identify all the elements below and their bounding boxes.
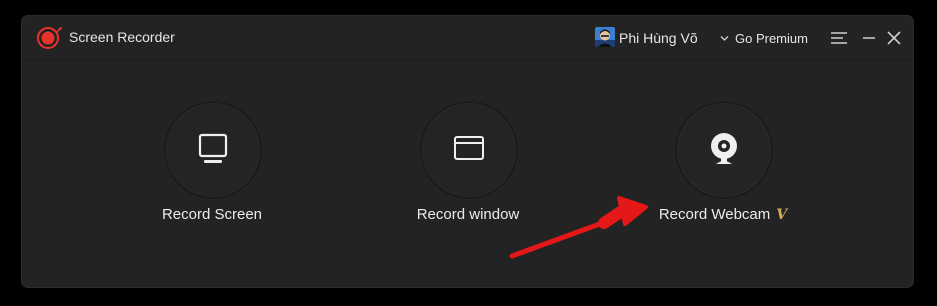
vip-badge: V (776, 207, 788, 223)
close-icon (887, 31, 901, 45)
app-title: Screen Recorder (69, 29, 175, 45)
record-window-label: Record window (416, 206, 520, 223)
window-icon (454, 136, 484, 160)
record-screen-label: Record Screen (161, 206, 263, 223)
avatar[interactable] (595, 27, 615, 47)
monitor-icon (198, 133, 228, 163)
record-window-button[interactable]: Record window (368, 101, 568, 241)
app-window: Screen Recorder Phi Hùng Võ Go Premium R… (21, 15, 914, 288)
go-premium-label: Go Premium (735, 30, 808, 46)
minimize-button[interactable] (859, 28, 879, 48)
record-screen-button[interactable]: Record Screen (112, 101, 312, 241)
menu-button[interactable] (829, 28, 849, 48)
webcam-icon (711, 133, 737, 164)
go-premium-button[interactable]: Go Premium (719, 26, 808, 50)
close-button[interactable] (884, 28, 904, 48)
record-logo-icon (37, 26, 63, 50)
record-webcam-label: Record Webcam V (658, 206, 788, 223)
chevron-down-icon (720, 36, 729, 41)
record-webcam-button[interactable]: Record Webcam V (623, 101, 823, 241)
title-bar[interactable]: Screen Recorder Phi Hùng Võ Go Premium (22, 16, 913, 60)
minimize-icon (863, 37, 875, 39)
menu-icon (831, 32, 847, 44)
username[interactable]: Phi Hùng Võ (619, 30, 698, 46)
